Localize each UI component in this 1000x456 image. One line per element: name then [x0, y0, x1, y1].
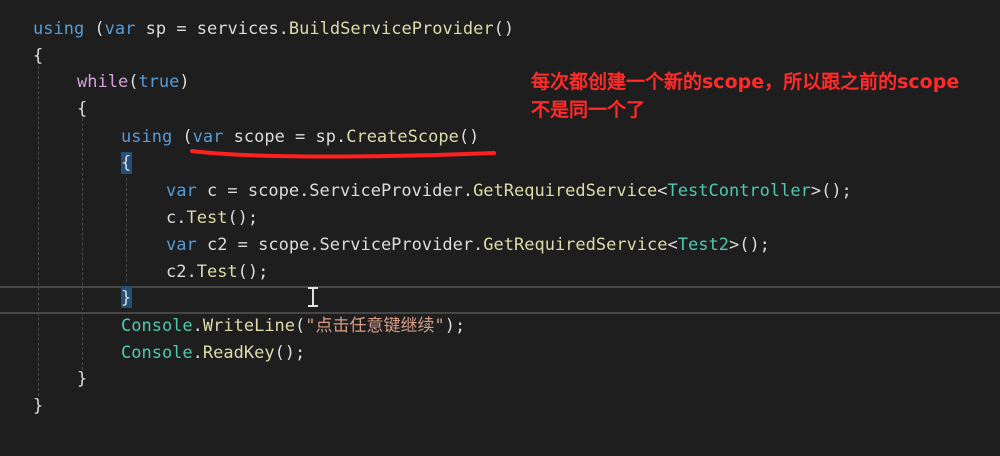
red-underline-annotation — [190, 149, 496, 159]
code-text: sp = services. — [135, 19, 289, 39]
keyword: using — [33, 19, 85, 39]
type-name: TestController — [667, 181, 811, 201]
type-name: Console — [121, 316, 193, 336]
code-text: < — [657, 181, 668, 201]
code-text: c2 = scope.ServiceProvider. — [196, 235, 484, 255]
method-name: GetRequiredService — [473, 181, 658, 201]
type-name: Test2 — [677, 235, 729, 255]
method-name: BuildServiceProvider — [288, 19, 494, 39]
code-text: c2. — [166, 262, 197, 282]
code-line[interactable]: } — [33, 393, 43, 419]
current-line-highlight — [0, 286, 1000, 314]
code-line[interactable]: var c = scope.ServiceProvider.GetRequire… — [166, 178, 852, 204]
close-brace: } — [33, 396, 44, 416]
code-text: () — [493, 19, 515, 39]
keyword: var — [104, 19, 136, 39]
code-line[interactable]: { — [77, 96, 87, 122]
code-text: ( — [295, 316, 306, 336]
code-text: (); — [227, 208, 259, 228]
text-cursor-icon — [308, 287, 318, 307]
string-literal: "点击任意键继续" — [305, 316, 445, 336]
close-brace: } — [121, 288, 132, 308]
keyword: true — [138, 72, 180, 92]
method-name: Test — [196, 262, 238, 282]
type-name: Console — [121, 343, 193, 363]
code-line[interactable]: Console.ReadKey(); — [121, 340, 305, 366]
code-text: ( — [84, 19, 105, 39]
method-name: GetRequiredService — [483, 235, 668, 255]
code-text: >(); — [728, 235, 770, 255]
code-line[interactable]: while(true) — [77, 69, 190, 95]
code-text: < — [667, 235, 678, 255]
method-name: Test — [186, 208, 228, 228]
code-line[interactable]: var c2 = scope.ServiceProvider.GetRequir… — [166, 232, 770, 258]
method-name: ReadKey — [202, 343, 275, 363]
code-text: (); — [274, 343, 306, 363]
keyword: var — [166, 235, 197, 255]
code-line[interactable]: { — [121, 150, 131, 176]
code-text: c. — [166, 208, 187, 228]
code-text: (); — [237, 262, 269, 282]
keyword: using — [121, 127, 173, 147]
indent-guide — [126, 178, 127, 282]
code-line[interactable]: { — [33, 43, 43, 69]
code-line[interactable]: Console.WriteLine("点击任意键继续"); — [121, 313, 465, 339]
code-text: . — [192, 316, 203, 336]
code-text: ) — [179, 72, 190, 92]
open-brace: { — [77, 99, 88, 119]
annotation-text: 每次都创建一个新的scope，所以跟之前的scope不是同一个了 — [531, 71, 960, 121]
open-brace: { — [121, 153, 132, 173]
code-line[interactable]: } — [121, 285, 131, 311]
code-line[interactable]: } — [77, 366, 87, 392]
code-editor[interactable]: using (var sp = services.BuildServicePro… — [0, 0, 1000, 456]
code-text: ); — [444, 316, 466, 336]
keyword: var — [166, 181, 197, 201]
code-line[interactable]: c.Test(); — [166, 205, 258, 231]
code-text: . — [192, 343, 203, 363]
code-line[interactable]: c2.Test(); — [166, 259, 268, 285]
close-brace: } — [77, 369, 88, 389]
open-brace: { — [33, 46, 44, 66]
method-name: WriteLine — [202, 316, 296, 336]
code-text: ( — [128, 72, 139, 92]
code-line[interactable]: using (var sp = services.BuildServicePro… — [33, 16, 514, 42]
indent-guide — [82, 108, 83, 370]
keyword: while — [77, 72, 129, 92]
code-text: >(); — [810, 181, 852, 201]
code-text: c = scope.ServiceProvider. — [196, 181, 474, 201]
indent-guide — [38, 56, 39, 396]
